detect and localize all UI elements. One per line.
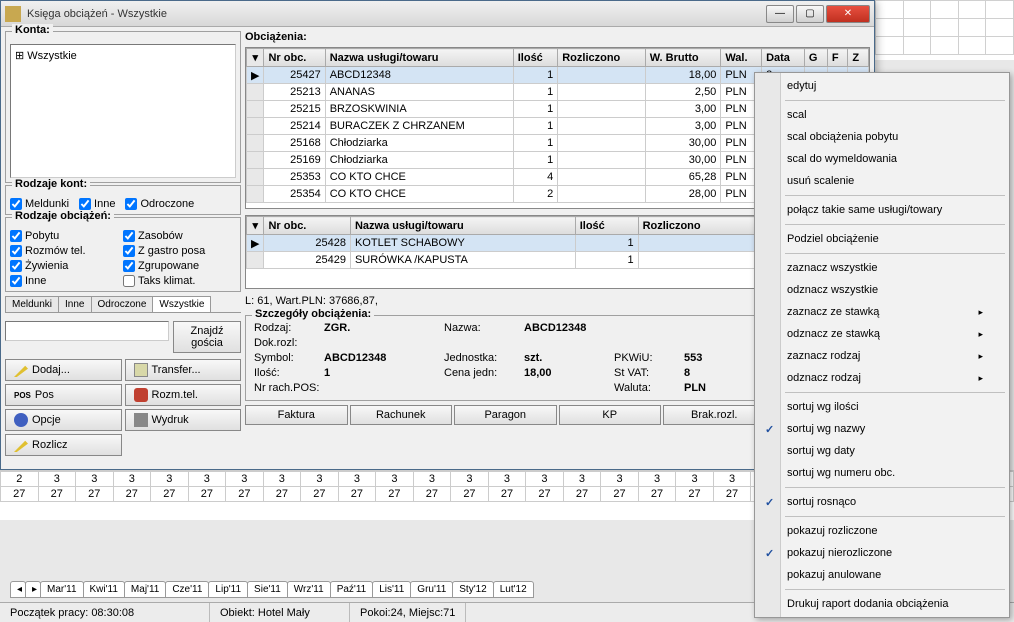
rodzaje-kont-label: Rodzaje kont: bbox=[12, 178, 90, 190]
obciazenia-label: Obciążenia: bbox=[245, 31, 870, 43]
tree-root[interactable]: Wszystkie bbox=[15, 49, 231, 62]
month-Sie'11[interactable]: Sie'11 bbox=[247, 581, 288, 598]
accounts-tree[interactable]: Wszystkie bbox=[10, 44, 236, 178]
pos-button[interactable]: POSPos bbox=[5, 384, 122, 406]
month-Wrz'11[interactable]: Wrz'11 bbox=[287, 581, 331, 598]
rachunek-button[interactable]: Rachunek bbox=[350, 405, 453, 425]
menu-zaznacz-ze-stawką[interactable]: zaznacz ze stawką bbox=[757, 301, 1007, 323]
minimize-button[interactable]: — bbox=[766, 5, 794, 23]
tab-odroczone[interactable]: Odroczone bbox=[91, 296, 154, 312]
scroll-right[interactable]: ▸ bbox=[25, 581, 41, 598]
status-object: Obiekt: Hotel Mały bbox=[210, 603, 350, 622]
menu-odznacz-rodzaj[interactable]: odznacz rodzaj bbox=[757, 367, 1007, 389]
faktura-button[interactable]: Faktura bbox=[245, 405, 348, 425]
pencil-icon bbox=[14, 363, 28, 377]
paragon-button[interactable]: Paragon bbox=[454, 405, 557, 425]
menu-drukuj-raport-dodania-obciążenia[interactable]: Drukuj raport dodania obciążenia bbox=[757, 593, 1007, 615]
main-window: Księga obciążeń - Wszystkie — ▢ ✕ Konta:… bbox=[0, 0, 875, 470]
menu-sortuj-rosnąco[interactable]: sortuj rosnąco bbox=[757, 491, 1007, 513]
menu-podziel-obciążenie[interactable]: Podziel obciążenie bbox=[757, 228, 1007, 250]
chk-pobytu[interactable]: Pobytu bbox=[10, 230, 123, 242]
background-spreadsheet bbox=[875, 0, 1014, 60]
menu-odznacz-ze-stawką[interactable]: odznacz ze stawką bbox=[757, 323, 1007, 345]
window-title: Księga obciążeń - Wszystkie bbox=[27, 8, 766, 20]
menu-scal-do-wymeldowania[interactable]: scal do wymeldowania bbox=[757, 148, 1007, 170]
month-Mar'11[interactable]: Mar'11 bbox=[40, 581, 84, 598]
month-Gru'11[interactable]: Gru'11 bbox=[410, 581, 453, 598]
titlebar[interactable]: Księga obciążeń - Wszystkie — ▢ ✕ bbox=[1, 1, 874, 27]
status-rooms: Pokoi:24, Miejsc:71 bbox=[350, 603, 466, 622]
transfer-icon bbox=[134, 363, 148, 377]
month-Lis'11[interactable]: Lis'11 bbox=[372, 581, 411, 598]
transfer-button[interactable]: Transfer... bbox=[125, 359, 242, 381]
chk-ywienia[interactable]: Żywienia bbox=[10, 260, 123, 272]
tab-meldunki[interactable]: Meldunki bbox=[5, 296, 59, 312]
chk-zgrupowane[interactable]: Zgrupowane bbox=[123, 260, 236, 272]
menu-odznacz-wszystkie[interactable]: odznacz wszystkie bbox=[757, 279, 1007, 301]
month-Paź'11[interactable]: Paź'11 bbox=[330, 581, 374, 598]
menu-zaznacz-rodzaj[interactable]: zaznacz rodzaj bbox=[757, 345, 1007, 367]
month-tabs[interactable]: ◂ ▸ Mar'11Kwi'11Maj'11Cze'11Lip'11Sie'11… bbox=[10, 581, 533, 598]
status-start: Początek pracy: 08:30:08 bbox=[0, 603, 210, 622]
printer-icon bbox=[134, 413, 148, 427]
month-Maj'11[interactable]: Maj'11 bbox=[124, 581, 166, 598]
rodzaje-obc-label: Rodzaje obciążeń: bbox=[12, 210, 114, 222]
menu-pokazuj-rozliczone[interactable]: pokazuj rozliczone bbox=[757, 520, 1007, 542]
menu-scal[interactable]: scal bbox=[757, 104, 1007, 126]
menu-usuń-scalenie[interactable]: usuń scalenie bbox=[757, 170, 1007, 192]
menu-połącz-takie-same-usługi-towary[interactable]: połącz takie same usługi/towary bbox=[757, 199, 1007, 221]
chk-meldunki[interactable]: Meldunki bbox=[10, 198, 69, 210]
month-Cze'11[interactable]: Cze'11 bbox=[165, 581, 209, 598]
scroll-left[interactable]: ◂ bbox=[10, 581, 26, 598]
menu-zaznacz-wszystkie[interactable]: zaznacz wszystkie bbox=[757, 257, 1007, 279]
chk-zgastroposa[interactable]: Z gastro posa bbox=[123, 245, 236, 257]
gear-icon bbox=[14, 413, 28, 427]
menu-sortuj-wg-numeru-obc-[interactable]: sortuj wg numeru obc. bbox=[757, 462, 1007, 484]
chk-taksklimat[interactable]: Taks klimat. bbox=[123, 275, 236, 287]
close-button[interactable]: ✕ bbox=[826, 5, 870, 23]
brak.rozl.-button[interactable]: Brak.rozl. bbox=[663, 405, 766, 425]
chk-inne[interactable]: Inne bbox=[10, 275, 123, 287]
menu-scal-obciążenia-pobytu[interactable]: scal obciążenia pobytu bbox=[757, 126, 1007, 148]
add-button[interactable]: Dodaj... bbox=[5, 359, 122, 381]
pencil-icon bbox=[14, 438, 28, 452]
chk-odroczone[interactable]: Odroczone bbox=[125, 198, 194, 210]
phone-icon bbox=[134, 388, 148, 402]
search-input[interactable] bbox=[5, 321, 169, 341]
kp-button[interactable]: KP bbox=[559, 405, 662, 425]
phone-button[interactable]: Rozm.tel. bbox=[125, 384, 242, 406]
menu-sortuj-wg-ilości[interactable]: sortuj wg ilości bbox=[757, 396, 1007, 418]
app-icon bbox=[5, 6, 21, 22]
menu-edytuj[interactable]: edytuj bbox=[757, 75, 1007, 97]
chk-rozmwtel[interactable]: Rozmów tel. bbox=[10, 245, 123, 257]
account-tabs[interactable]: MeldunkiInneOdroczoneWszystkie bbox=[5, 296, 241, 313]
menu-sortuj-wg-daty[interactable]: sortuj wg daty bbox=[757, 440, 1007, 462]
options-button[interactable]: Opcje bbox=[5, 409, 122, 431]
month-Lut'12[interactable]: Lut'12 bbox=[493, 581, 534, 598]
tab-wszystkie[interactable]: Wszystkie bbox=[152, 296, 211, 312]
month-Kwi'11[interactable]: Kwi'11 bbox=[83, 581, 125, 598]
menu-pokazuj-anulowane[interactable]: pokazuj anulowane bbox=[757, 564, 1007, 586]
chk-zasobw[interactable]: Zasobów bbox=[123, 230, 236, 242]
print-button[interactable]: Wydruk bbox=[125, 409, 242, 431]
menu-sortuj-wg-nazwy[interactable]: sortuj wg nazwy bbox=[757, 418, 1007, 440]
tab-inne[interactable]: Inne bbox=[58, 296, 91, 312]
maximize-button[interactable]: ▢ bbox=[796, 5, 824, 23]
settle-button[interactable]: Rozlicz bbox=[5, 434, 122, 456]
konta-label: Konta: bbox=[12, 24, 53, 36]
month-Sty'12[interactable]: Sty'12 bbox=[452, 581, 493, 598]
chk-inne[interactable]: Inne bbox=[79, 198, 115, 210]
month-Lip'11[interactable]: Lip'11 bbox=[208, 581, 248, 598]
find-guest-button[interactable]: Znajdź gościa bbox=[173, 321, 241, 353]
menu-pokazuj-nierozliczone[interactable]: pokazuj nierozliczone bbox=[757, 542, 1007, 564]
context-menu[interactable]: edytuj scalscal obciążenia pobytuscal do … bbox=[754, 72, 1010, 618]
